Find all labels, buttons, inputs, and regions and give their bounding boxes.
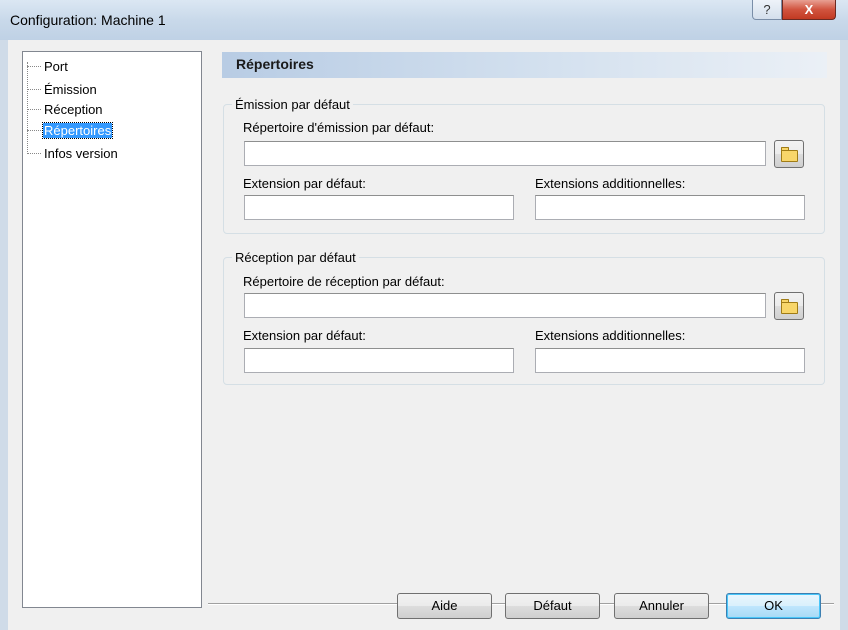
- tree-branch-line: [27, 65, 41, 67]
- navigation-tree[interactable]: Port Émission Réception Répertoires Info…: [22, 51, 202, 608]
- tree-item-infos-version[interactable]: Infos version: [23, 144, 119, 162]
- tree-item-label: Port: [44, 58, 68, 74]
- emission-browse-button[interactable]: [774, 140, 804, 168]
- reception-ext-label: Extension par défaut:: [243, 328, 366, 343]
- tree-item-port[interactable]: Port: [23, 57, 69, 75]
- question-mark-icon: ?: [763, 2, 771, 17]
- cancel-button[interactable]: Annuler: [614, 593, 709, 619]
- reception-ext-input[interactable]: [244, 348, 514, 373]
- folder-icon: [781, 150, 798, 162]
- group-title: Émission par défaut: [232, 97, 353, 112]
- close-icon: X: [804, 2, 814, 17]
- default-button[interactable]: Défaut: [505, 593, 600, 619]
- tree-branch-line: [27, 108, 41, 110]
- group-title: Réception par défaut: [232, 250, 359, 265]
- tree-item-emission[interactable]: Émission: [23, 80, 98, 98]
- dialog-body: Port Émission Réception Répertoires Info…: [8, 40, 840, 630]
- emission-extra-input[interactable]: [535, 195, 805, 220]
- emission-group: Émission par défaut Répertoire d'émissio…: [223, 97, 825, 234]
- reception-extra-input[interactable]: [535, 348, 805, 373]
- help-button[interactable]: Aide: [397, 593, 492, 619]
- tree-branch-line: [27, 129, 41, 131]
- folder-icon: [781, 302, 798, 314]
- emission-ext-label: Extension par défaut:: [243, 176, 366, 191]
- tree-item-label: Émission: [44, 81, 97, 97]
- panel-title: Répertoires: [236, 56, 314, 72]
- reception-browse-button[interactable]: [774, 292, 804, 320]
- tree-branch-line: [27, 152, 41, 154]
- ok-button[interactable]: OK: [726, 593, 821, 619]
- emission-dir-label: Répertoire d'émission par défaut:: [243, 120, 435, 135]
- emission-ext-input[interactable]: [244, 195, 514, 220]
- emission-extra-label: Extensions additionnelles:: [535, 176, 686, 191]
- close-button[interactable]: X: [782, 0, 836, 20]
- tree-item-label: Réception: [44, 101, 103, 117]
- help-title-button[interactable]: ?: [752, 0, 782, 20]
- tree-item-repertoires[interactable]: Répertoires: [23, 121, 114, 139]
- reception-dir-label: Répertoire de réception par défaut:: [243, 274, 445, 289]
- tree-item-reception[interactable]: Réception: [23, 100, 104, 118]
- tree-item-label: Répertoires: [41, 121, 114, 139]
- window-title: Configuration: Machine 1: [10, 12, 166, 28]
- reception-dir-input[interactable]: [244, 293, 766, 318]
- reception-group: Réception par défaut Répertoire de récep…: [223, 250, 825, 385]
- emission-dir-input[interactable]: [244, 141, 766, 166]
- reception-extra-label: Extensions additionnelles:: [535, 328, 686, 343]
- title-bar: Configuration: Machine 1 ? X: [0, 0, 848, 40]
- tree-item-label: Infos version: [44, 145, 118, 161]
- tree-branch-line: [27, 88, 41, 90]
- panel-header: Répertoires: [222, 52, 827, 78]
